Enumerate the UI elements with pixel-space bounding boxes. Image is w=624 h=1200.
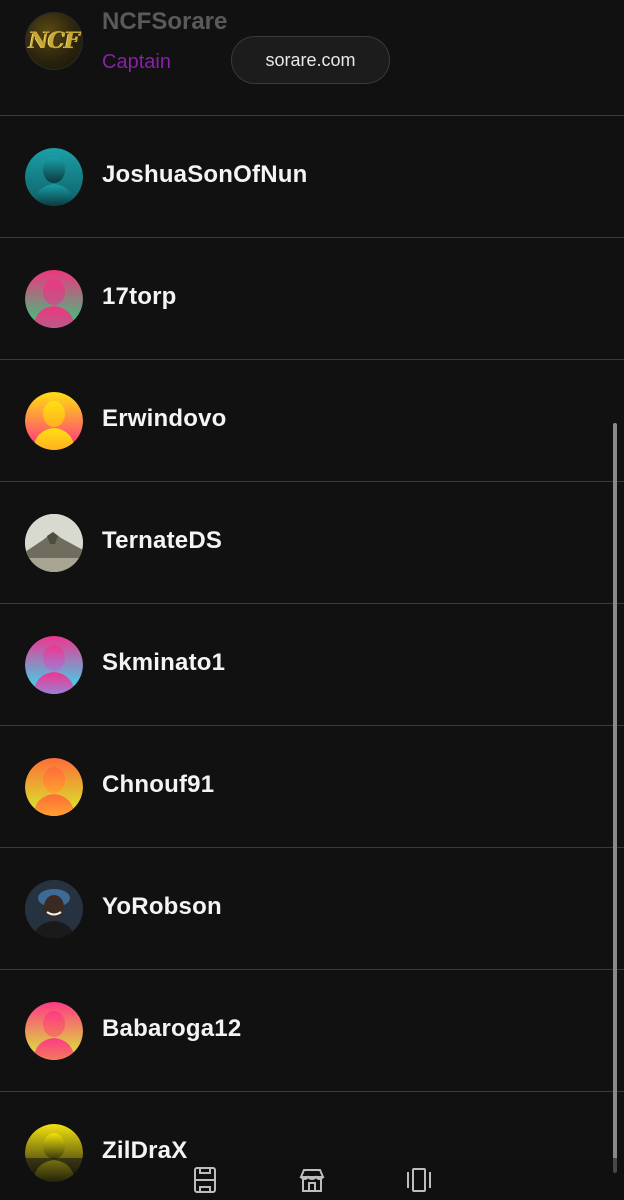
member-avatar-silhouette [25,392,83,450]
member-row[interactable]: Erwindovo [0,360,624,481]
member-username: 17torp [102,283,177,310]
captain-row[interactable]: NCF NCFSorare Captain sorare.com [0,0,624,115]
member-username: Erwindovo [102,405,227,432]
team-members-page: NCF NCFSorare Captain sorare.com JoshuaS… [0,0,624,1200]
captain-avatar: NCF [25,12,83,70]
member-row[interactable]: 17torp [0,238,624,359]
market-icon[interactable] [298,1166,326,1194]
member-row[interactable]: JoshuaSonOfNun [0,116,624,237]
member-username: Chnouf91 [102,771,215,798]
member-username: YoRobson [102,893,222,920]
captain-name: NCFSorare [102,8,228,35]
member-avatar-silhouette [25,148,83,206]
member-row[interactable]: Chnouf91 [0,726,624,847]
member-username: Babaroga12 [102,1015,242,1042]
captain-avatar-logo-text: NCF [28,28,80,54]
cards-icon[interactable] [405,1166,433,1194]
member-avatar-photo [25,514,83,572]
member-row[interactable]: Skminato1 [0,604,624,725]
member-row[interactable]: TernateDS [0,482,624,603]
member-avatar-silhouette [25,1002,83,1060]
member-username: Skminato1 [102,649,226,676]
bottom-nav [0,1158,624,1200]
scrollbar[interactable] [613,423,617,1173]
pitch-icon[interactable] [191,1166,219,1194]
member-avatar-photo [25,880,83,938]
url-pill[interactable]: sorare.com [231,36,390,84]
member-avatar-silhouette [25,270,83,328]
member-username: JoshuaSonOfNun [102,161,308,188]
member-avatar-silhouette [25,758,83,816]
member-avatar-silhouette [25,636,83,694]
captain-role-label: Captain [102,51,171,73]
member-username: TernateDS [102,527,223,554]
member-row[interactable]: Babaroga12 [0,970,624,1091]
member-row[interactable]: YoRobson [0,848,624,969]
